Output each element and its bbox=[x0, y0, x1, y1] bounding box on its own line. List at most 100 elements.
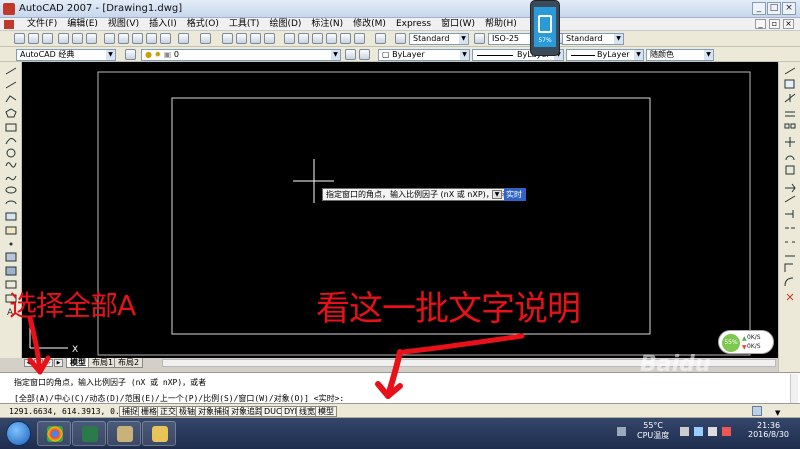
array-icon bbox=[784, 123, 790, 129]
help-icon[interactable] bbox=[375, 33, 386, 44]
menu-tools[interactable]: 工具(T) bbox=[224, 18, 265, 31]
open-icon[interactable] bbox=[28, 33, 39, 44]
make-current-layer-icon[interactable] bbox=[345, 49, 356, 60]
tab-first-button[interactable]: ◀ bbox=[24, 359, 33, 367]
undo-icon[interactable] bbox=[178, 33, 189, 44]
design-center-icon[interactable] bbox=[298, 33, 309, 44]
menu-format[interactable]: 格式(O) bbox=[182, 18, 224, 31]
copy-icon[interactable] bbox=[118, 33, 129, 44]
dim-style-icon[interactable] bbox=[474, 33, 485, 44]
point-icon bbox=[9, 242, 13, 246]
tool-palettes-icon[interactable] bbox=[312, 33, 323, 44]
redo-icon[interactable] bbox=[200, 33, 211, 44]
markup-icon[interactable] bbox=[340, 33, 351, 44]
ime-icon[interactable] bbox=[722, 427, 731, 436]
taskbar-clock[interactable]: 21:36 2016/8/30 bbox=[748, 421, 789, 439]
menu-window[interactable]: 窗口(W) bbox=[436, 18, 480, 31]
tab-prev-button[interactable]: ◁ bbox=[34, 359, 43, 367]
workspace-combo[interactable]: AutoCAD 经典 ▼ bbox=[16, 49, 116, 61]
taskbar-paint[interactable] bbox=[107, 421, 141, 446]
menu-draw[interactable]: 绘图(D) bbox=[264, 18, 306, 31]
properties-icon[interactable] bbox=[284, 33, 295, 44]
zoom-realtime-icon[interactable] bbox=[236, 33, 247, 44]
layer-combo[interactable]: ● ✹ ▣ 0 ▼ bbox=[141, 49, 341, 61]
dynamic-input-prompt: 指定窗口的角点，输入比例因子 (nX 或 nXP)，或者 bbox=[322, 188, 514, 201]
modify-toolbar bbox=[778, 62, 800, 372]
network-icon[interactable] bbox=[694, 427, 703, 436]
plot-icon[interactable] bbox=[58, 33, 69, 44]
annotation-read-text: 看这一批文字说明 bbox=[316, 289, 581, 329]
menu-help[interactable]: 帮助(H) bbox=[480, 18, 522, 31]
chrome-icon bbox=[47, 426, 63, 442]
cut-icon[interactable] bbox=[104, 33, 115, 44]
menu-edit[interactable]: 编辑(E) bbox=[62, 18, 103, 31]
status-menu-arrow-icon[interactable]: ▼ bbox=[775, 409, 780, 417]
tab-next-button[interactable]: ▷ bbox=[44, 359, 53, 367]
flag-icon[interactable] bbox=[680, 427, 689, 436]
volume-icon[interactable] bbox=[708, 427, 717, 436]
table-style-combo[interactable]: Standard ▼ bbox=[562, 33, 624, 45]
layer-manager-icon[interactable] bbox=[125, 49, 136, 60]
tab-model[interactable]: 模型 bbox=[66, 358, 90, 368]
close-button[interactable]: × bbox=[782, 2, 796, 15]
menu-modify[interactable]: 修改(M) bbox=[348, 18, 391, 31]
folder-icon bbox=[152, 426, 168, 442]
block-editor-icon[interactable] bbox=[160, 33, 171, 44]
taskbar-explorer[interactable] bbox=[142, 421, 176, 446]
tab-last-button[interactable]: ▶ bbox=[54, 359, 63, 367]
rotate-icon bbox=[785, 155, 795, 161]
fillet-icon bbox=[784, 277, 794, 287]
text-style-combo[interactable]: Standard ▼ bbox=[409, 33, 469, 45]
menu-bar: 文件(F) 编辑(E) 视图(V) 插入(I) 格式(O) 工具(T) 绘图(D… bbox=[0, 18, 800, 31]
autocad-taskbar-icon bbox=[82, 426, 98, 442]
download-speed: 0K/S bbox=[747, 343, 761, 350]
command-scrollbar[interactable] bbox=[790, 374, 798, 403]
autocad-window: AutoCAD 2007 - [Drawing1.dwg] _ □ × 文件(F… bbox=[0, 0, 800, 449]
arc-icon bbox=[5, 138, 17, 145]
menu-file[interactable]: 文件(F) bbox=[22, 18, 62, 31]
doc-close-button[interactable]: × bbox=[783, 19, 794, 29]
light-bulb-icon: ● bbox=[145, 50, 152, 59]
plot-style-combo[interactable]: 随颜色 ▼ bbox=[646, 49, 714, 61]
sheet-set-icon[interactable] bbox=[326, 33, 337, 44]
command-prompt-line[interactable]: [全部(A)/中心(C)/动态(D)/范围(E)/上一个(P)/比例(S)/窗口… bbox=[14, 393, 344, 404]
dynamic-input-field[interactable]: 实时 bbox=[504, 188, 526, 201]
menu-express[interactable]: Express bbox=[391, 18, 436, 31]
color-combo[interactable]: ▢ ByLayer ▼ bbox=[378, 49, 470, 61]
minimize-button[interactable]: _ bbox=[752, 2, 766, 15]
doc-minimize-button[interactable]: _ bbox=[755, 19, 766, 29]
tab-layout2[interactable]: 布局2 bbox=[114, 358, 144, 368]
lineweight-combo[interactable]: ByLayer ▼ bbox=[566, 49, 644, 61]
start-button[interactable] bbox=[6, 421, 31, 446]
calculator-icon[interactable] bbox=[354, 33, 365, 44]
layer-previous-icon[interactable] bbox=[359, 49, 370, 60]
plot-preview-icon[interactable] bbox=[72, 33, 83, 44]
taskbar-autocad[interactable] bbox=[72, 421, 106, 446]
pan-icon[interactable] bbox=[222, 33, 233, 44]
menu-dimension[interactable]: 标注(N) bbox=[306, 18, 348, 31]
maximize-button[interactable]: □ bbox=[767, 2, 781, 15]
insert-block-icon bbox=[5, 212, 17, 221]
upload-speed: 0K/S bbox=[747, 334, 761, 341]
autocad-app-icon[interactable] bbox=[3, 3, 15, 15]
menu-view[interactable]: 视图(V) bbox=[103, 18, 144, 31]
menu-insert[interactable]: 插入(I) bbox=[144, 18, 182, 31]
save-icon[interactable] bbox=[42, 33, 53, 44]
document-icon[interactable] bbox=[4, 20, 14, 29]
taskbar-chrome[interactable] bbox=[37, 421, 71, 446]
doc-restore-button[interactable]: ▫ bbox=[769, 19, 780, 29]
paste-icon[interactable] bbox=[132, 33, 143, 44]
publish-icon[interactable] bbox=[86, 33, 97, 44]
text-style-icon[interactable] bbox=[395, 33, 406, 44]
tab-layout1[interactable]: 布局1 bbox=[88, 358, 118, 368]
new-icon[interactable] bbox=[14, 33, 25, 44]
polyline-icon bbox=[5, 95, 17, 103]
zoom-previous-icon[interactable] bbox=[264, 33, 275, 44]
zoom-window-icon[interactable] bbox=[250, 33, 261, 44]
match-properties-icon[interactable] bbox=[146, 33, 157, 44]
tray-expand-icon[interactable] bbox=[617, 427, 626, 436]
comm-center-icon[interactable] bbox=[752, 406, 762, 416]
dynamic-options-button[interactable]: ▼ bbox=[492, 190, 502, 199]
model-toggle[interactable]: 模型 bbox=[315, 406, 337, 417]
network-speed-widget[interactable]: 55% ▲ 0K/S ▼ 0K/S bbox=[718, 330, 774, 354]
